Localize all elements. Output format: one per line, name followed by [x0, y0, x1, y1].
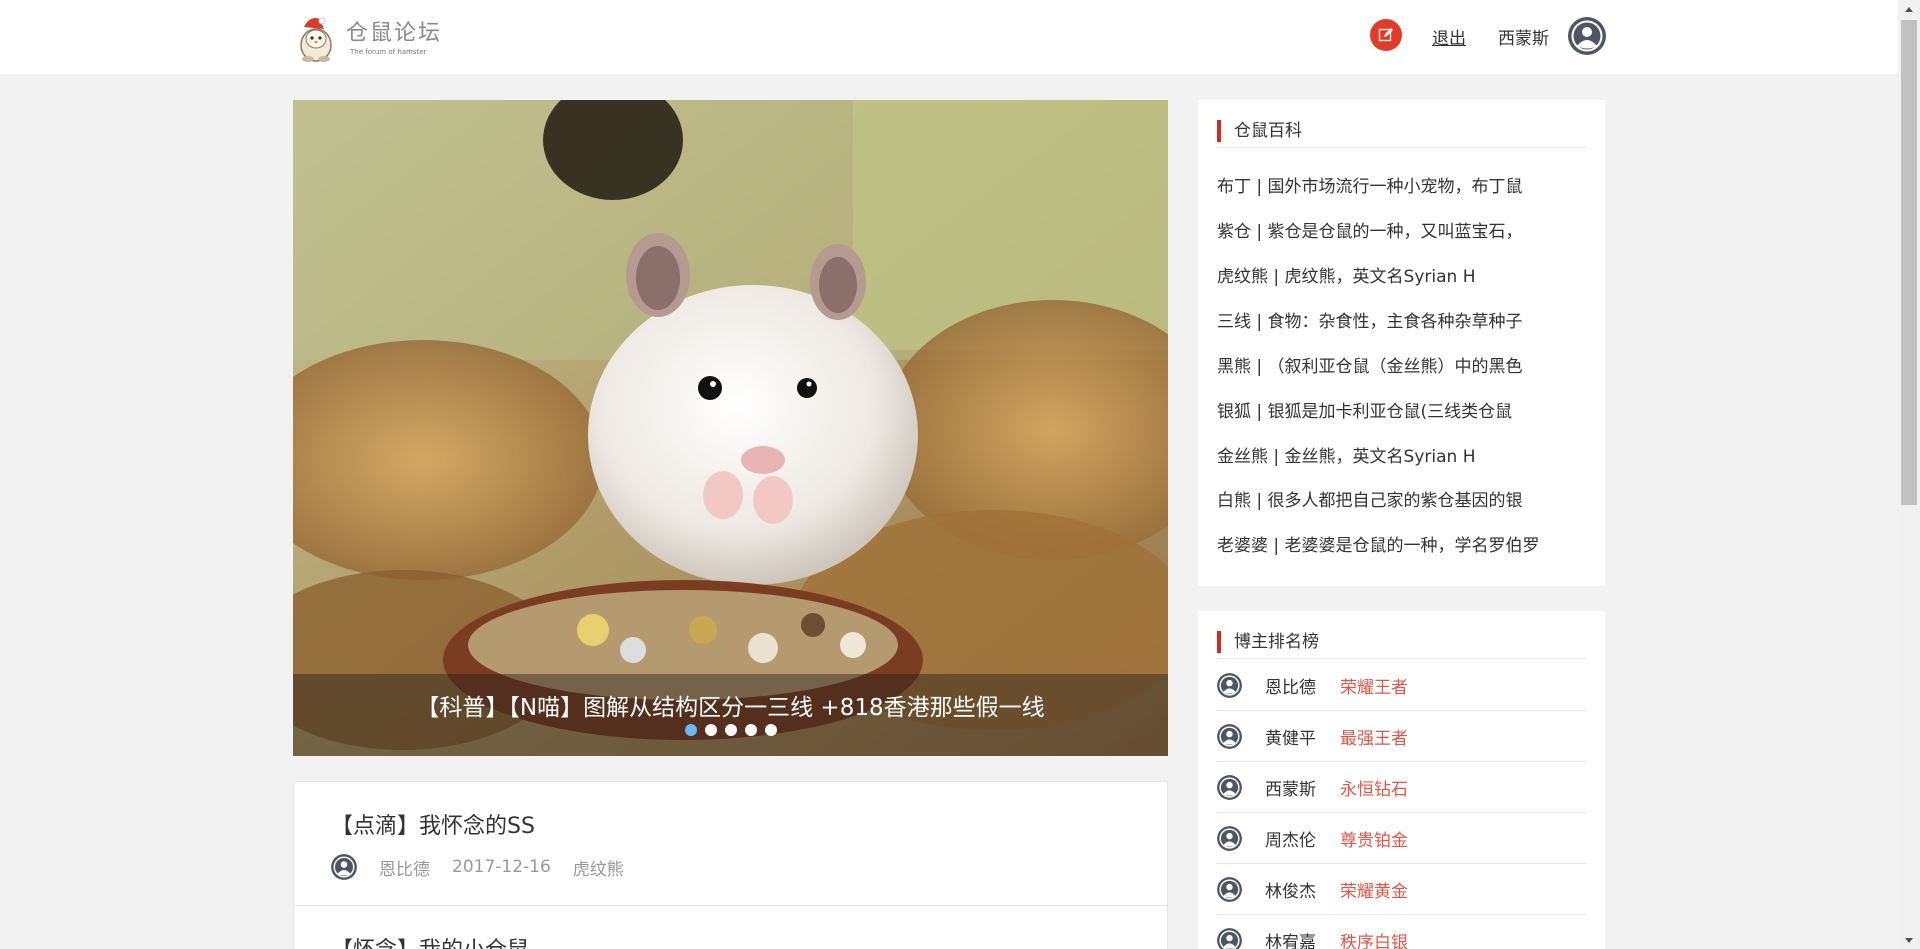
- blogger-avatar-icon[interactable]: [1217, 672, 1242, 698]
- post-card: 【点滴】我怀念的SS 恩比德 2017-12-16 虎纹熊: [293, 781, 1168, 906]
- write-post-button[interactable]: [1370, 19, 1402, 51]
- wiki-item[interactable]: 白熊 | 很多人都把自己家的紫仓基因的银: [1217, 486, 1523, 511]
- wiki-item[interactable]: 三线 | 食物：杂食性，主食各种杂草种子: [1217, 307, 1523, 332]
- blogger-avatar-icon[interactable]: [1217, 774, 1242, 800]
- blogger-rank-title: 荣耀王者: [1340, 677, 1408, 698]
- blogger-name[interactable]: 周杰伦: [1265, 826, 1340, 851]
- author-avatar-icon[interactable]: [331, 854, 357, 880]
- ranking-row[interactable]: 恩比德 荣耀王者: [1217, 660, 1586, 711]
- post-meta: 恩比德 2017-12-16 虎纹熊: [331, 854, 624, 880]
- carousel-dot[interactable]: [744, 724, 757, 736]
- blogger-rank-title: 尊贵铂金: [1340, 830, 1408, 851]
- wiki-panel-title: 仓鼠百科: [1217, 114, 1586, 148]
- carousel-dot[interactable]: [704, 724, 717, 736]
- hamster-photo: [293, 100, 1168, 756]
- scroll-down-arrow-icon[interactable]: [1898, 931, 1920, 949]
- carousel-caption-bar: 【科普】【N喵】图解从结构区分一三线 +818香港那些假一线: [293, 674, 1168, 756]
- post-title[interactable]: 【怀念】我的小仓鼠: [331, 932, 529, 949]
- hamster-logo-icon: [296, 13, 340, 65]
- blogger-name[interactable]: 黄健平: [1265, 724, 1340, 749]
- wiki-item[interactable]: 紫仓 | 紫仓是仓鼠的一种，又叫蓝宝石，: [1217, 217, 1523, 242]
- hamster-wiki-panel: 仓鼠百科 布丁 | 国外市场流行一种小宠物，布丁鼠 紫仓 | 紫仓是仓鼠的一种，…: [1198, 100, 1605, 586]
- user-avatar-icon[interactable]: [1568, 17, 1606, 55]
- top-header: 仓鼠论坛 The forum of hamster 退出 西蒙斯: [0, 0, 1898, 74]
- blogger-avatar-icon[interactable]: [1217, 927, 1242, 949]
- carousel-dots: [293, 724, 1168, 736]
- wiki-item[interactable]: 老婆婆 | 老婆婆是仓鼠的一种，学名罗伯罗: [1217, 531, 1540, 556]
- hero-carousel[interactable]: 【科普】【N喵】图解从结构区分一三线 +818香港那些假一线: [293, 100, 1168, 756]
- blogger-name[interactable]: 林宥嘉: [1265, 928, 1340, 949]
- blogger-rank-title: 永恒钻石: [1340, 779, 1408, 800]
- post-author[interactable]: 恩比德: [379, 855, 430, 880]
- blogger-avatar-icon[interactable]: [1217, 723, 1242, 749]
- post-tag[interactable]: 虎纹熊: [573, 855, 624, 880]
- logout-link[interactable]: 退出: [1432, 24, 1466, 49]
- blogger-avatar-icon[interactable]: [1217, 876, 1242, 902]
- edit-icon: [1378, 28, 1393, 42]
- ranking-row[interactable]: 周杰伦 尊贵铂金: [1217, 813, 1586, 864]
- page-scrollbar[interactable]: [1898, 0, 1920, 949]
- logo-title: 仓鼠论坛: [346, 21, 443, 46]
- post-card: 【怀念】我的小仓鼠: [293, 905, 1168, 949]
- blogger-ranking-panel: 博主排名榜 恩比德 荣耀王者 黄健平 最强王者 西蒙斯 永恒钻石 周杰伦 尊贵铂金 林俊杰 荣耀黄…: [1198, 611, 1605, 949]
- post-title[interactable]: 【点滴】我怀念的SS: [331, 808, 535, 840]
- wiki-item[interactable]: 布丁 | 国外市场流行一种小宠物，布丁鼠: [1217, 172, 1523, 197]
- carousel-dot[interactable]: [724, 724, 737, 736]
- blogger-avatar-icon[interactable]: [1217, 825, 1242, 851]
- carousel-dot[interactable]: [764, 724, 777, 736]
- ranking-row[interactable]: 林宥嘉 秩序白银: [1217, 915, 1586, 949]
- blogger-rank-title: 秩序白银: [1340, 932, 1408, 949]
- blogger-rank-title: 荣耀黄金: [1340, 881, 1408, 902]
- ranking-row[interactable]: 西蒙斯 永恒钻石: [1217, 762, 1586, 813]
- site-logo[interactable]: 仓鼠论坛 The forum of hamster: [296, 12, 456, 66]
- scroll-up-arrow-icon[interactable]: [1898, 0, 1920, 18]
- ranking-row[interactable]: 林俊杰 荣耀黄金: [1217, 864, 1586, 915]
- wiki-item[interactable]: 虎纹熊 | 虎纹熊，英文名Syrian H: [1217, 262, 1475, 287]
- carousel-dot[interactable]: [684, 724, 697, 736]
- wiki-item[interactable]: 黑熊 | （叙利亚仓鼠（金丝熊）中的黑色: [1217, 352, 1523, 377]
- logo-subtitle: The forum of hamster: [350, 48, 427, 56]
- wiki-item[interactable]: 金丝熊 | 金丝熊，英文名Syrian H: [1217, 442, 1475, 467]
- scrollbar-thumb[interactable]: [1901, 20, 1917, 505]
- current-username[interactable]: 西蒙斯: [1498, 24, 1549, 49]
- ranking-panel-title: 博主排名榜: [1217, 625, 1586, 659]
- blogger-rank-title: 最强王者: [1340, 728, 1408, 749]
- blogger-name[interactable]: 林俊杰: [1265, 877, 1340, 902]
- post-date: 2017-12-16: [452, 857, 551, 877]
- wiki-item[interactable]: 银狐 | 银狐是加卡利亚仓鼠(三线类仓鼠: [1217, 397, 1512, 422]
- ranking-row[interactable]: 黄健平 最强王者: [1217, 711, 1586, 762]
- carousel-caption[interactable]: 【科普】【N喵】图解从结构区分一三线 +818香港那些假一线: [293, 688, 1168, 722]
- blogger-name[interactable]: 西蒙斯: [1265, 775, 1340, 800]
- blogger-name[interactable]: 恩比德: [1265, 673, 1340, 698]
